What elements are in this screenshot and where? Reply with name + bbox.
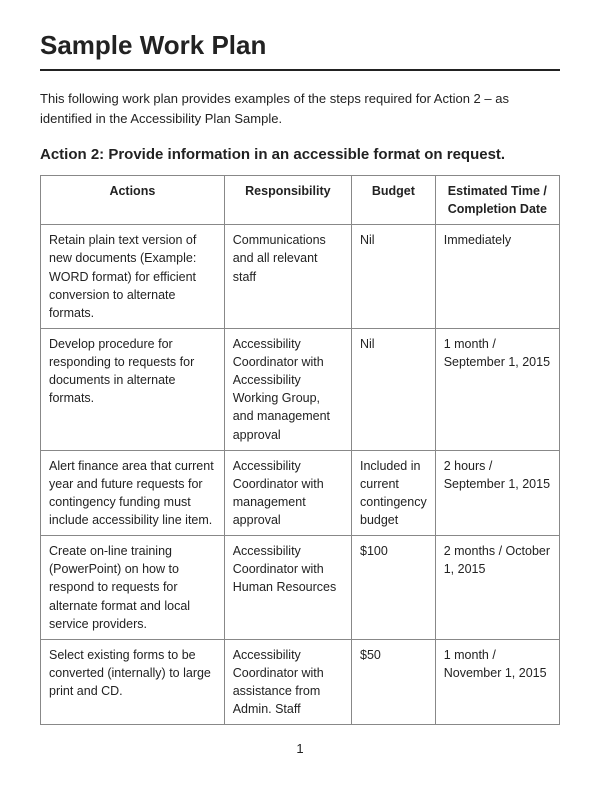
cell-actions-1: Develop procedure for responding to requ… [41,328,225,450]
table-row: Develop procedure for responding to requ… [41,328,560,450]
header-estimated: Estimated Time / Completion Date [435,176,559,225]
cell-budget-3: $100 [352,536,436,640]
cell-actions-3: Create on-line training (PowerPoint) on … [41,536,225,640]
cell-budget-4: $50 [352,639,436,725]
header-budget: Budget [352,176,436,225]
cell-responsibility-4: Accessibility Coordinator with assistanc… [224,639,351,725]
action-heading: Action 2: Provide information in an acce… [40,146,560,163]
work-plan-table: Actions Responsibility Budget Estimated … [40,175,560,725]
cell-actions-0: Retain plain text version of new documen… [41,225,225,329]
table-row: Retain plain text version of new documen… [41,225,560,329]
cell-actions-4: Select existing forms to be converted (i… [41,639,225,725]
table-row: Select existing forms to be converted (i… [41,639,560,725]
cell-responsibility-0: Communications and all relevant staff [224,225,351,329]
table-header-row: Actions Responsibility Budget Estimated … [41,176,560,225]
title-divider [40,69,560,71]
cell-estimated-2: 2 hours / September 1, 2015 [435,450,559,536]
cell-budget-1: Nil [352,328,436,450]
table-row: Alert finance area that current year and… [41,450,560,536]
intro-paragraph: This following work plan provides exampl… [40,89,560,128]
cell-budget-0: Nil [352,225,436,329]
cell-actions-2: Alert finance area that current year and… [41,450,225,536]
header-actions: Actions [41,176,225,225]
cell-responsibility-1: Accessibility Coordinator with Accessibi… [224,328,351,450]
cell-estimated-1: 1 month / September 1, 2015 [435,328,559,450]
cell-estimated-0: Immediately [435,225,559,329]
page-title: Sample Work Plan [40,30,560,61]
cell-estimated-4: 1 month / November 1, 2015 [435,639,559,725]
table-row: Create on-line training (PowerPoint) on … [41,536,560,640]
cell-responsibility-2: Accessibility Coordinator with managemen… [224,450,351,536]
cell-budget-2: Included in current contingency budget [352,450,436,536]
page-footer: 1 [40,741,560,756]
page-number: 1 [296,741,303,756]
cell-estimated-3: 2 months / October 1, 2015 [435,536,559,640]
header-responsibility: Responsibility [224,176,351,225]
cell-responsibility-3: Accessibility Coordinator with Human Res… [224,536,351,640]
